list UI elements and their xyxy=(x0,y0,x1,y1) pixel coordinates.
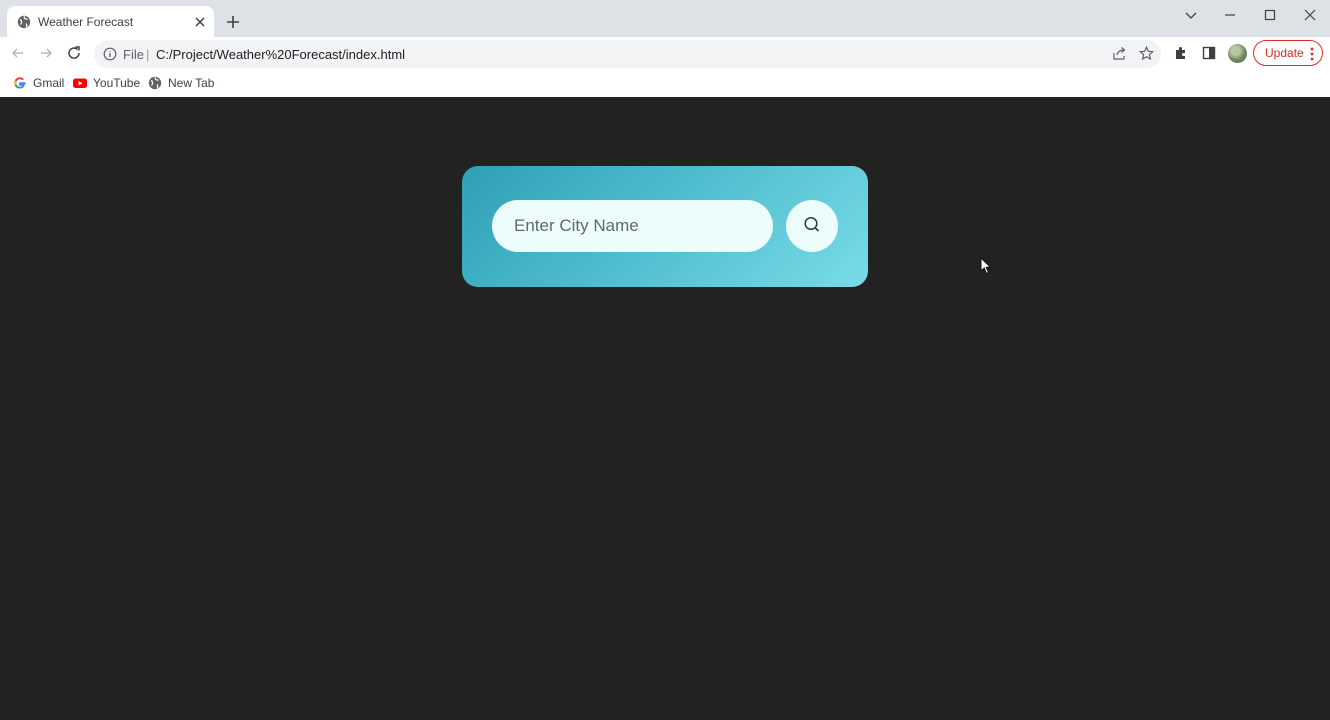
bookmark-label: Gmail xyxy=(33,76,65,90)
google-icon xyxy=(14,77,26,89)
update-label: Update xyxy=(1265,46,1304,60)
page-content xyxy=(0,97,1330,720)
chevron-down-icon[interactable] xyxy=(1183,7,1199,23)
search-icon xyxy=(804,216,820,232)
bookmark-label: New Tab xyxy=(168,76,215,90)
search-button[interactable] xyxy=(786,200,838,252)
youtube-icon xyxy=(73,78,87,88)
url-separator: | xyxy=(146,47,150,62)
info-icon[interactable] xyxy=(103,47,117,61)
star-icon[interactable] xyxy=(1139,46,1154,61)
update-button[interactable]: Update xyxy=(1253,40,1323,66)
extensions-puzzle-icon[interactable] xyxy=(1173,45,1189,61)
bookmark-youtube[interactable]: YouTube xyxy=(73,74,141,92)
bookmark-new-tab[interactable]: New Tab xyxy=(148,74,215,92)
mouse-cursor-icon xyxy=(980,257,992,275)
bookmark-gmail[interactable]: Gmail xyxy=(13,74,65,92)
browser-chrome: Weather Forecast File | C:/Project/Weath… xyxy=(0,0,1330,97)
window-close-icon[interactable] xyxy=(1302,7,1318,23)
bookmarks-bar: Gmail YouTube New Tab xyxy=(0,69,1330,97)
globe-icon xyxy=(17,15,31,29)
side-panel-icon[interactable] xyxy=(1201,45,1217,61)
kebab-menu-icon xyxy=(1310,47,1314,61)
reload-icon[interactable] xyxy=(66,45,82,61)
forward-arrow-icon[interactable] xyxy=(38,45,54,61)
browser-toolbar: File | C:/Project/Weather%20Forecast/ind… xyxy=(0,37,1330,69)
url-text[interactable]: C:/Project/Weather%20Forecast/index.html xyxy=(156,47,405,62)
share-icon[interactable] xyxy=(1112,46,1127,61)
plus-icon[interactable] xyxy=(226,15,240,29)
globe-icon xyxy=(148,76,162,90)
tab-strip: Weather Forecast xyxy=(0,0,1330,37)
minimize-icon[interactable] xyxy=(1222,7,1238,23)
maximize-icon[interactable] xyxy=(1262,7,1278,23)
back-arrow-icon[interactable] xyxy=(10,45,26,61)
profile-avatar[interactable] xyxy=(1228,44,1247,63)
tab-weather-forecast[interactable]: Weather Forecast xyxy=(7,6,214,37)
url-scheme: File xyxy=(123,47,144,62)
tab-title: Weather Forecast xyxy=(38,15,134,29)
close-icon[interactable] xyxy=(194,16,206,28)
search-card xyxy=(462,166,868,287)
city-search-input[interactable] xyxy=(492,200,773,252)
address-bar[interactable]: File | C:/Project/Weather%20Forecast/ind… xyxy=(94,40,1161,68)
bookmark-label: YouTube xyxy=(93,76,141,90)
